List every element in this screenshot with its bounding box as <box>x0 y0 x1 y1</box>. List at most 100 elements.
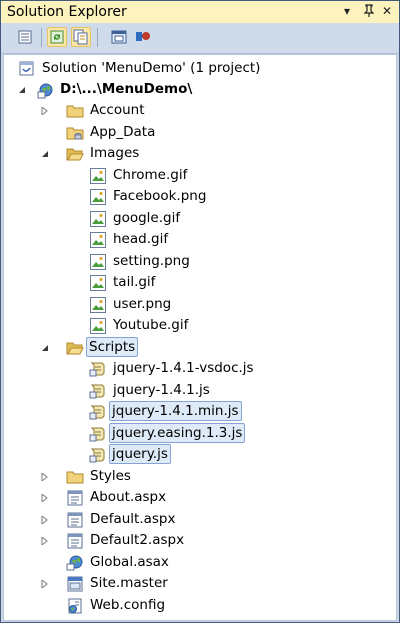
close-button[interactable]: ✕ <box>382 4 392 18</box>
pin-button[interactable] <box>363 4 375 21</box>
file-label: tail.gif <box>113 274 156 290</box>
file-label: Web.config <box>90 597 166 613</box>
web-form-icon <box>66 532 84 550</box>
title-bar: Solution Explorer ▾ ✕ <box>1 1 399 23</box>
expand-arrow-icon[interactable] <box>41 537 49 545</box>
file-label: user.png <box>113 296 172 312</box>
file-label: jquery-1.4.1.min.js <box>109 401 242 421</box>
collapse-arrow-icon[interactable] <box>18 86 26 94</box>
class-diagram-tool-icon <box>136 32 150 41</box>
tree-row-app-data[interactable]: App_Data <box>4 122 396 143</box>
toolbar-separator <box>97 28 98 47</box>
image-file-icon <box>89 167 107 185</box>
view-designer-tool-icon <box>111 30 127 44</box>
image-file-icon <box>89 296 107 314</box>
tree-row-image-file[interactable]: Youtube.gif <box>4 315 396 336</box>
view-designer-button[interactable] <box>109 27 129 47</box>
tree-row-about[interactable]: About.aspx <box>4 487 396 508</box>
file-label: jquery-1.4.1-vsdoc.js <box>113 360 254 376</box>
script-file-icon <box>89 425 107 443</box>
file-label: Global.asax <box>90 554 169 570</box>
config-file-icon <box>66 597 84 615</box>
global-app-icon <box>66 554 84 572</box>
folder-label: Images <box>90 145 140 161</box>
file-label: Chrome.gif <box>113 167 188 183</box>
folder-label: Account <box>90 102 145 118</box>
tree-row-script-file[interactable]: jquery-1.4.1.min.js <box>4 401 396 422</box>
tree-row-image-file[interactable]: setting.png <box>4 251 396 272</box>
web-form-icon <box>66 511 84 529</box>
web-project-icon <box>37 81 55 99</box>
tree-row-site-master[interactable]: Site.master <box>4 573 396 594</box>
folder-icon <box>66 102 84 120</box>
refresh-button[interactable] <box>47 27 67 47</box>
tree-row-image-file[interactable]: google.gif <box>4 208 396 229</box>
collapse-arrow-icon[interactable] <box>41 344 49 352</box>
properties-tool-icon <box>18 30 32 44</box>
class-diagram-button[interactable] <box>133 27 153 47</box>
file-label: Site.master <box>90 575 168 591</box>
expand-arrow-icon[interactable] <box>41 580 49 588</box>
refresh-tool-icon <box>50 30 64 44</box>
tree-row-web-config[interactable]: Web.config <box>4 595 396 616</box>
image-file-icon <box>89 231 107 249</box>
tree-row-image-file[interactable]: head.gif <box>4 229 396 250</box>
file-label: Default2.aspx <box>90 532 185 548</box>
expand-arrow-icon[interactable] <box>41 473 49 481</box>
tree-row-solution[interactable]: Solution 'MenuDemo' (1 project) <box>4 58 396 79</box>
collapse-arrow-icon[interactable] <box>41 150 49 158</box>
tree-row-script-file[interactable]: jquery.easing.1.3.js <box>4 423 396 444</box>
tree-row-images[interactable]: Images <box>4 143 396 164</box>
script-file-icon <box>89 446 107 464</box>
tree-row-script-file[interactable]: jquery-1.4.1.js <box>4 380 396 401</box>
image-file-icon <box>89 210 107 228</box>
tree-row-scripts[interactable]: Scripts <box>4 337 396 358</box>
image-file-icon <box>89 253 107 271</box>
open-folder-icon <box>66 339 84 357</box>
folder-icon <box>66 468 84 486</box>
script-file-icon <box>89 403 107 421</box>
show-all-files-button[interactable] <box>71 27 91 47</box>
properties-button[interactable] <box>15 27 35 47</box>
solution-icon <box>18 60 36 78</box>
tree-row-project[interactable]: D:\...\MenuDemo\ <box>4 79 396 100</box>
toolbar-separator <box>41 28 42 47</box>
tree-row-account[interactable]: Account <box>4 100 396 121</box>
file-label: jquery.easing.1.3.js <box>109 423 246 443</box>
expand-arrow-icon[interactable] <box>41 107 49 115</box>
image-file-icon <box>89 274 107 292</box>
tree-row-image-file[interactable]: Facebook.png <box>4 186 396 207</box>
tree-row-image-file[interactable]: user.png <box>4 294 396 315</box>
master-page-icon <box>66 575 84 593</box>
web-form-icon <box>66 489 84 507</box>
solution-tree: Solution 'MenuDemo' (1 project) D:\...\M… <box>3 54 397 621</box>
special-folder-icon <box>66 124 84 142</box>
expand-arrow-icon[interactable] <box>41 494 49 502</box>
show-all-files-tool-icon <box>73 29 88 45</box>
file-label: setting.png <box>113 253 190 269</box>
project-label: D:\...\MenuDemo\ <box>60 81 193 97</box>
window-dropdown-button[interactable]: ▾ <box>344 4 350 18</box>
file-label: google.gif <box>113 210 181 226</box>
window-title: Solution Explorer <box>7 4 127 20</box>
folder-label: Styles <box>90 468 131 484</box>
file-label: About.aspx <box>90 489 167 505</box>
tree-row-styles[interactable]: Styles <box>4 466 396 487</box>
open-folder-icon <box>66 145 84 163</box>
tree-row-script-file[interactable]: jquery.js <box>4 444 396 465</box>
tree-row-image-file[interactable]: Chrome.gif <box>4 165 396 186</box>
image-file-icon <box>89 188 107 206</box>
tree-row-image-file[interactable]: tail.gif <box>4 272 396 293</box>
file-label: jquery.js <box>109 444 171 464</box>
file-label: jquery-1.4.1.js <box>113 382 210 398</box>
folder-label: App_Data <box>90 124 156 140</box>
tree-row-global[interactable]: Global.asax <box>4 552 396 573</box>
expand-arrow-icon[interactable] <box>41 516 49 524</box>
image-file-icon <box>89 317 107 335</box>
tree-row-script-file[interactable]: jquery-1.4.1-vsdoc.js <box>4 358 396 379</box>
file-label: Facebook.png <box>113 188 207 204</box>
script-file-icon <box>89 360 107 378</box>
tree-row-default[interactable]: Default.aspx <box>4 509 396 530</box>
tree-row-default2[interactable]: Default2.aspx <box>4 530 396 551</box>
solution-explorer-window: Solution Explorer ▾ ✕ Solution 'MenuDemo… <box>0 0 400 623</box>
